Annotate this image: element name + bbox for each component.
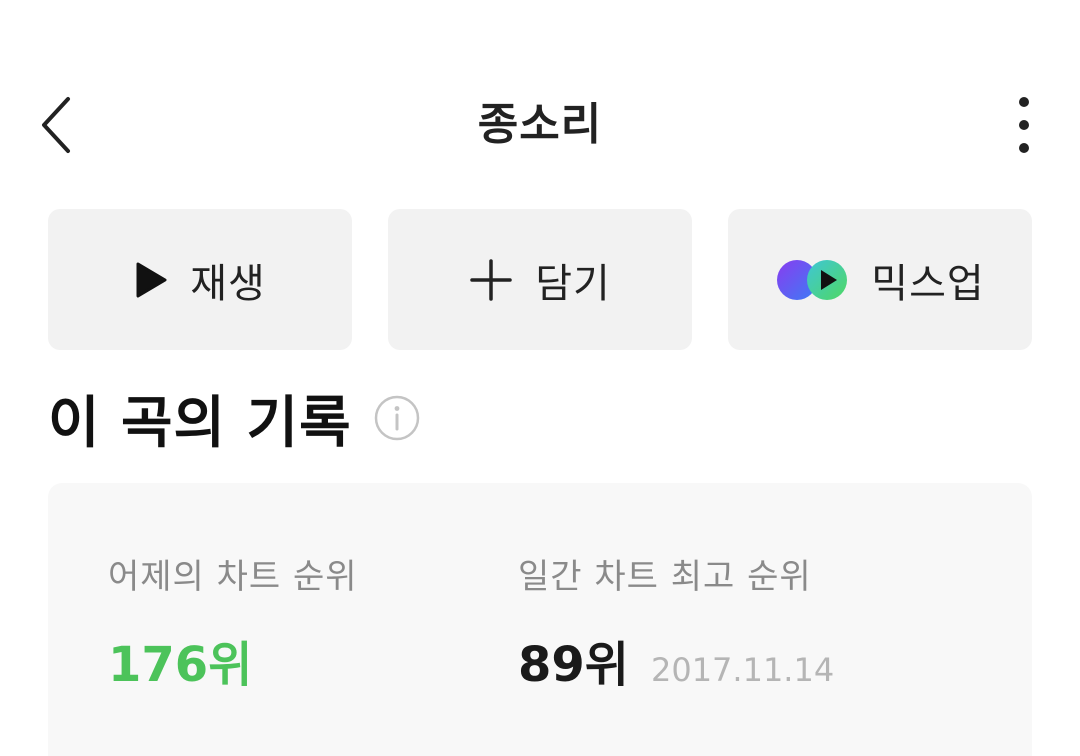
yesterday-rank-value: 176위 [108, 637, 253, 693]
best-daily-rank: 일간 차트 최고 순위 89위 2017.11.14 [518, 555, 834, 695]
page-title: 종소리 [477, 99, 603, 150]
top-app-bar: 종소리 [0, 75, 1080, 175]
more-options-button[interactable] [1004, 93, 1044, 157]
more-vertical-icon [1019, 97, 1029, 107]
section-title: 이 곡의 기록 [48, 390, 352, 456]
info-button[interactable] [374, 395, 420, 441]
mixup-button[interactable]: 믹스업 [728, 209, 1032, 350]
more-vertical-icon-dot [1019, 143, 1029, 153]
add-button-label: 담기 [535, 260, 611, 307]
play-icon [134, 261, 168, 299]
mixup-button-label: 믹스업 [871, 260, 985, 307]
plus-icon [469, 258, 513, 302]
mixup-icon [775, 258, 849, 302]
play-button-label: 재생 [190, 260, 266, 307]
play-button[interactable]: 재생 [48, 209, 352, 350]
best-rank-date: 2017.11.14 [650, 651, 835, 689]
best-rank-value: 89위 [518, 637, 629, 693]
more-vertical-icon-dot [1019, 120, 1029, 130]
song-detail-screen: 종소리 재생 담기 믹스업 이 곡의 기록 어제의 차트 순위 176위 일간 … [0, 0, 1080, 756]
action-buttons: 재생 담기 믹스업 [48, 209, 1032, 350]
add-to-playlist-button[interactable]: 담기 [388, 209, 692, 350]
chart-record-card: 어제의 차트 순위 176위 일간 차트 최고 순위 89위 2017.11.1… [48, 483, 1032, 756]
section-header: 이 곡의 기록 [48, 378, 420, 458]
best-rank-label: 일간 차트 최고 순위 [518, 557, 812, 597]
yesterday-rank: 어제의 차트 순위 176위 [108, 555, 358, 695]
info-icon [374, 395, 419, 441]
yesterday-rank-label: 어제의 차트 순위 [108, 557, 358, 597]
